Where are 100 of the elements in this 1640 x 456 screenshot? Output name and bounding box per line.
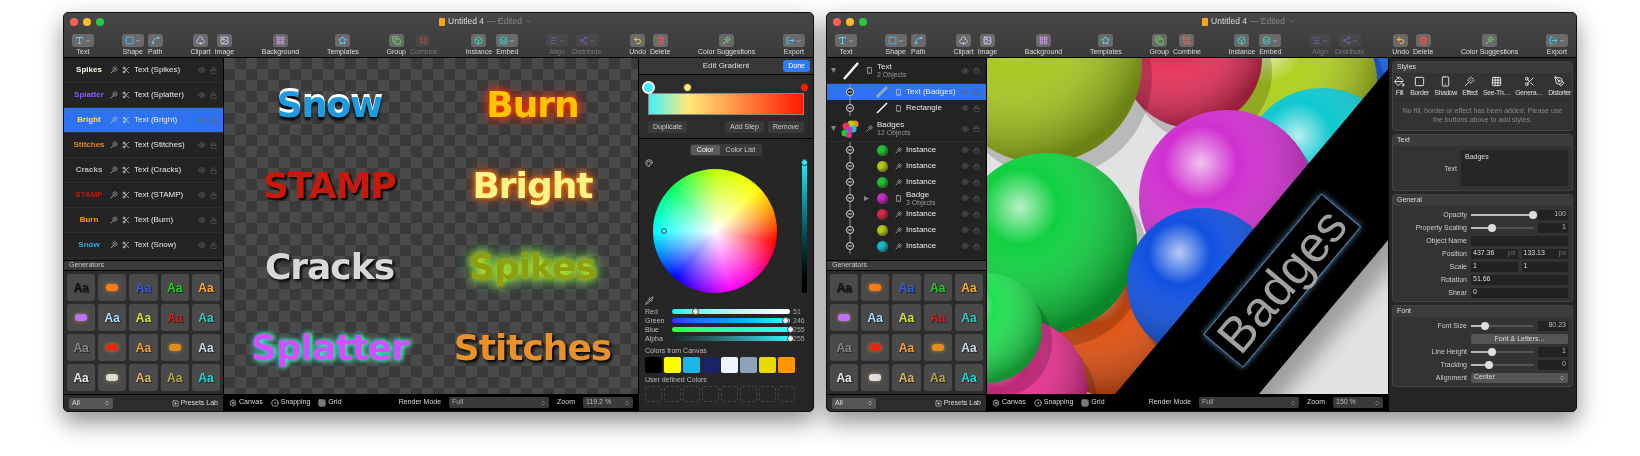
layer-row[interactable]: Instance xyxy=(827,158,986,174)
lock-icon[interactable] xyxy=(973,88,980,96)
eye-icon[interactable] xyxy=(198,141,206,149)
layer-row[interactable]: Instance xyxy=(827,222,986,238)
color-swatch[interactable] xyxy=(664,357,681,373)
generator-tile[interactable] xyxy=(923,334,952,361)
lock-icon[interactable] xyxy=(973,194,980,202)
gradient-stop[interactable] xyxy=(682,83,692,92)
color-swatch[interactable] xyxy=(740,357,757,373)
layer-row[interactable]: Snow Text (Snow) xyxy=(64,233,223,258)
lock-icon[interactable] xyxy=(973,162,980,170)
disclosure-triangle[interactable] xyxy=(864,195,869,201)
lock-icon[interactable] xyxy=(210,91,217,99)
lock-icon[interactable] xyxy=(210,191,217,199)
slider-thumb[interactable] xyxy=(1487,223,1496,232)
generator-tile[interactable] xyxy=(67,304,96,331)
slider-thumb[interactable] xyxy=(1528,210,1537,219)
slider-thumb[interactable] xyxy=(692,308,700,315)
layer-row[interactable]: Cracks Text (Cracks) xyxy=(64,158,223,183)
layer-row[interactable]: Bright Text (Bright) xyxy=(64,108,223,133)
lock-icon[interactable] xyxy=(210,66,217,74)
color-swatch[interactable] xyxy=(702,357,719,373)
eye-icon[interactable] xyxy=(198,91,206,99)
eye-icon[interactable] xyxy=(198,116,206,124)
generator-tile[interactable]: Aa xyxy=(129,364,158,391)
lock-icon[interactable] xyxy=(973,242,980,250)
slider-thumb[interactable] xyxy=(1484,360,1493,369)
generator-tile[interactable]: Aa xyxy=(954,334,983,361)
generator-tile[interactable] xyxy=(861,334,890,361)
eye-icon[interactable] xyxy=(961,104,969,112)
empty-color-slot[interactable] xyxy=(664,386,681,402)
caret-icon[interactable] xyxy=(1287,18,1295,25)
slider-thumb[interactable] xyxy=(781,317,789,324)
empty-color-slot[interactable] xyxy=(683,386,700,402)
lock-icon[interactable] xyxy=(210,241,217,249)
layer-row[interactable]: Rectangle xyxy=(827,100,986,116)
generator-tile[interactable]: Aa xyxy=(191,334,220,361)
color-swatch[interactable] xyxy=(645,357,662,373)
layer-row[interactable]: Instance xyxy=(827,238,986,254)
empty-color-slot[interactable] xyxy=(759,386,776,402)
generator-tile[interactable]: Aa xyxy=(892,304,921,331)
layer-row[interactable]: STAMP Text (STAMP) xyxy=(64,183,223,208)
eye-icon[interactable] xyxy=(198,216,206,224)
lock-icon[interactable] xyxy=(973,226,980,234)
color-swatch[interactable] xyxy=(721,357,738,373)
minimize-button[interactable] xyxy=(846,17,854,26)
empty-color-slot[interactable] xyxy=(721,386,738,402)
minimize-button[interactable] xyxy=(83,17,91,26)
generator-tile[interactable] xyxy=(98,334,127,361)
generator-tile[interactable]: Aa xyxy=(954,364,983,391)
eye-icon[interactable] xyxy=(961,210,969,218)
generator-tile[interactable]: Aa xyxy=(129,304,158,331)
lock-icon[interactable] xyxy=(210,116,217,124)
lock-icon[interactable] xyxy=(973,67,980,74)
slider-thumb[interactable] xyxy=(1480,321,1489,330)
brightness-thumb[interactable] xyxy=(801,159,808,166)
generator-tile[interactable]: Aa xyxy=(67,364,96,391)
zoom-button[interactable] xyxy=(96,17,104,26)
eye-icon[interactable] xyxy=(961,162,969,170)
generator-tile[interactable]: Aa xyxy=(892,364,921,391)
lock-icon[interactable] xyxy=(973,104,980,112)
layer-row[interactable]: Text (Badges) xyxy=(827,84,986,100)
slider-thumb[interactable] xyxy=(786,326,794,333)
layer-row[interactable]: Instance xyxy=(827,174,986,190)
generator-tile[interactable]: Aa xyxy=(892,334,921,361)
zoom-button[interactable] xyxy=(859,17,867,26)
generator-tile[interactable]: Aa xyxy=(129,334,158,361)
lock-icon[interactable] xyxy=(973,178,980,186)
eye-icon[interactable] xyxy=(961,226,969,234)
eye-icon[interactable] xyxy=(961,124,969,133)
generator-tile[interactable]: Aa xyxy=(954,274,983,301)
color-swatch[interactable] xyxy=(759,357,776,373)
layer-row[interactable]: Spikes Text (Spikes) xyxy=(64,58,223,83)
lock-icon[interactable] xyxy=(210,216,217,224)
lock-icon[interactable] xyxy=(973,210,980,218)
slider-thumb[interactable] xyxy=(1487,347,1496,356)
eye-icon[interactable] xyxy=(198,66,206,74)
generator-tile[interactable] xyxy=(861,274,890,301)
generator-tile[interactable]: Aa xyxy=(923,274,952,301)
layer-row[interactable]: Burn Text (Burn) xyxy=(64,208,223,233)
lock-icon[interactable] xyxy=(973,146,980,154)
eye-icon[interactable] xyxy=(961,242,969,250)
disclosure-triangle[interactable] xyxy=(831,126,836,131)
generator-tile[interactable] xyxy=(98,364,127,391)
generator-tile[interactable]: Aa xyxy=(98,304,127,331)
empty-color-slot[interactable] xyxy=(740,386,757,402)
layer-row[interactable]: Stitches Text (Stitches) xyxy=(64,133,223,158)
generator-tile[interactable]: Aa xyxy=(923,364,952,391)
layer-row[interactable]: Instance xyxy=(827,206,986,222)
slider-thumb[interactable] xyxy=(786,335,794,342)
lock-icon[interactable] xyxy=(210,141,217,149)
generator-tile[interactable] xyxy=(830,304,859,331)
empty-color-slot[interactable] xyxy=(645,386,662,402)
eye-icon[interactable] xyxy=(961,66,969,75)
disclosure-triangle[interactable] xyxy=(831,68,836,73)
eye-icon[interactable] xyxy=(198,191,206,199)
color-swatch[interactable] xyxy=(778,357,795,373)
layer-row[interactable]: Instance xyxy=(827,142,986,158)
generator-tile[interactable] xyxy=(861,364,890,391)
eye-icon[interactable] xyxy=(961,146,969,154)
